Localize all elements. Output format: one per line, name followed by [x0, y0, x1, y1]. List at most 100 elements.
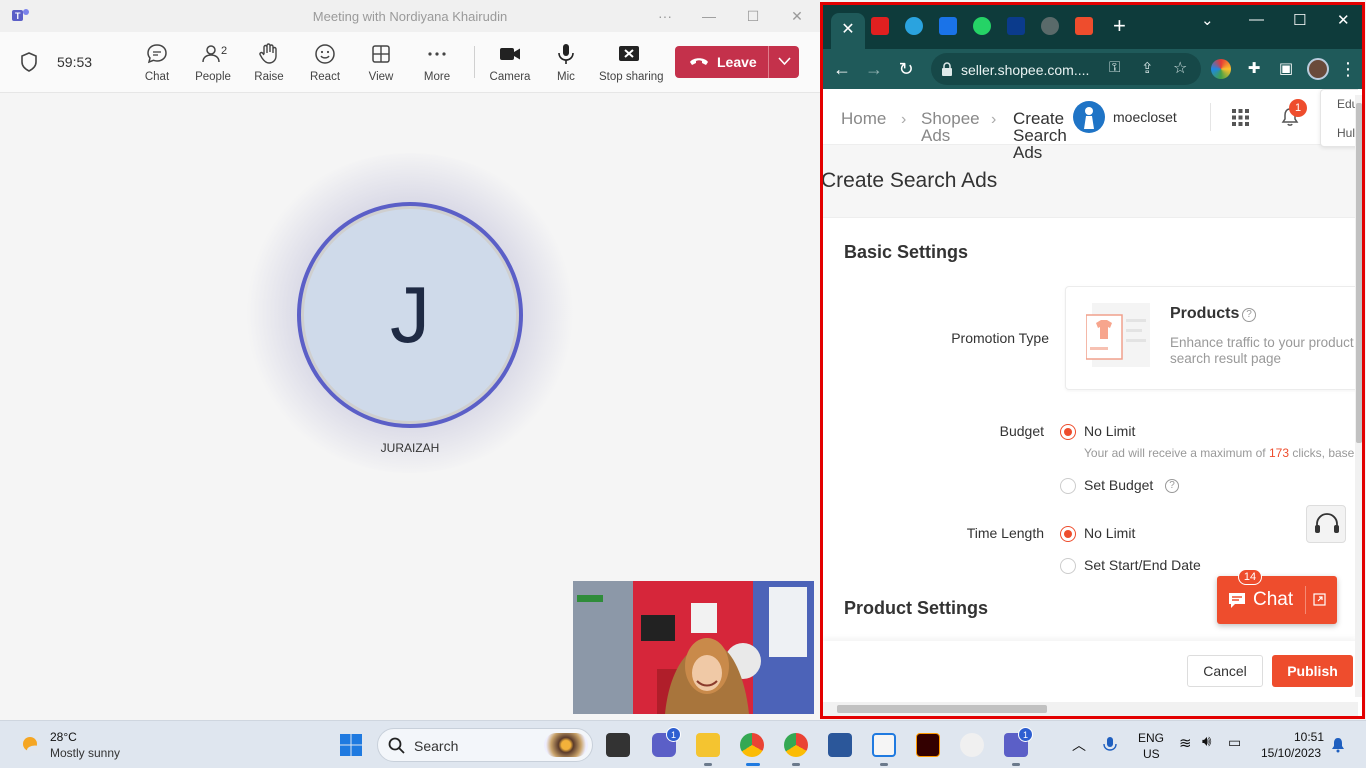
breadcrumb-home[interactable]: Home	[841, 110, 886, 127]
weather-temperature[interactable]: 28°C	[50, 730, 77, 744]
vertical-scroll-thumb[interactable]	[1356, 103, 1362, 443]
reload-icon[interactable]: ↻	[895, 58, 917, 80]
chrome-profile-taskbar-icon[interactable]	[784, 733, 808, 757]
promotion-type-option-products[interactable]: Products ? Enhance traffic to your produ…	[1065, 286, 1358, 390]
word-taskbar-icon[interactable]	[828, 733, 852, 757]
leave-button[interactable]: Leave	[675, 46, 768, 78]
help-question-icon[interactable]: ?	[1242, 308, 1256, 322]
app-toggle-icon[interactable]	[960, 733, 984, 757]
raise-hand-button[interactable]: Raise	[239, 42, 299, 88]
address-bar[interactable]: seller.shopee.com.... ⚿ ⇪ ☆	[931, 53, 1201, 85]
chat-button[interactable]: Chat	[127, 42, 187, 88]
apps-grid-icon[interactable]	[1232, 109, 1249, 126]
leave-options-dropdown[interactable]	[768, 46, 799, 78]
language-indicator-line1[interactable]: ENG	[1138, 731, 1164, 745]
breadcrumb-ads-line2[interactable]: Ads	[921, 127, 950, 144]
tab-search-chevron-icon[interactable]: ⌄	[1201, 11, 1214, 29]
chrome-taskbar-icon[interactable]	[740, 733, 764, 757]
set-budget-label[interactable]: Set Budget	[1084, 477, 1153, 493]
new-tab-button[interactable]: +	[1113, 15, 1126, 37]
stop-sharing-button[interactable]: Stop sharing	[599, 42, 664, 88]
tray-microphone-icon[interactable]	[1103, 736, 1117, 754]
smiley-icon	[315, 44, 335, 64]
illustrator-taskbar-icon[interactable]	[916, 733, 940, 757]
set-budget-radio[interactable]	[1060, 478, 1076, 494]
help-question-icon[interactable]: ?	[1165, 479, 1179, 493]
chrome-minimize-button[interactable]: —	[1249, 11, 1264, 28]
teams-maximize-button[interactable]: ☐	[742, 6, 764, 26]
chrome-menu-icon[interactable]: ⋮	[1337, 58, 1359, 80]
shopee-chat-button[interactable]: Chat	[1217, 576, 1337, 624]
cancel-button[interactable]: Cancel	[1187, 655, 1263, 687]
side-popup-item[interactable]: Hul	[1337, 126, 1355, 140]
budget-no-limit-label[interactable]: No Limit	[1084, 423, 1135, 439]
breadcrumb-ads-line1[interactable]: Shopee	[921, 110, 980, 127]
shop-logo-icon	[1074, 102, 1104, 132]
tab-telegram-icon[interactable]	[905, 17, 923, 35]
tab-globe-icon[interactable]	[1041, 17, 1059, 35]
set-start-end-date-label[interactable]: Set Start/End Date	[1084, 557, 1201, 573]
url-text: seller.shopee.com....	[961, 62, 1090, 78]
horizontal-scroll-thumb[interactable]	[837, 705, 1047, 713]
tab-whatsapp-icon[interactable]	[973, 17, 991, 35]
extension-color-icon[interactable]	[1211, 59, 1231, 79]
vertical-scrollbar[interactable]	[1355, 95, 1362, 697]
budget-note: Your ad will receive a maximum of 173 cl…	[1084, 446, 1354, 460]
chrome-maximize-button[interactable]: ☐	[1293, 11, 1306, 29]
camera-button[interactable]: Camera	[480, 42, 540, 88]
shop-name[interactable]: moecloset	[1113, 109, 1177, 125]
weather-description[interactable]: Mostly sunny	[50, 746, 120, 760]
task-view-icon[interactable]	[606, 733, 630, 757]
view-button[interactable]: View	[351, 42, 411, 88]
clock-time[interactable]: 10:51	[1294, 730, 1324, 744]
more-button[interactable]: More	[407, 42, 467, 88]
customer-support-button[interactable]	[1306, 505, 1346, 543]
active-tab-close-icon[interactable]: ✕	[831, 13, 865, 49]
tab-shopee-icon[interactable]	[1075, 17, 1093, 35]
time-no-limit-radio[interactable]	[1060, 526, 1076, 542]
tab-m-app-icon[interactable]	[1007, 17, 1025, 35]
profile-avatar-icon[interactable]	[1307, 58, 1329, 80]
teams-close-button[interactable]: ✕	[786, 6, 808, 26]
tray-overflow-chevron-icon[interactable]: ︿	[1072, 735, 1086, 755]
battery-icon[interactable]: ▭	[1228, 734, 1241, 751]
people-button[interactable]: 2 People	[183, 42, 243, 88]
bookmark-star-icon[interactable]: ☆	[1173, 58, 1187, 78]
language-indicator-line2[interactable]: US	[1143, 747, 1160, 761]
teams-more-options-icon[interactable]: ···	[654, 6, 676, 26]
horizontal-scrollbar[interactable]	[823, 702, 1358, 716]
share-icon[interactable]: ⇪	[1141, 59, 1154, 77]
publish-button[interactable]: Publish	[1272, 655, 1353, 687]
chrome-close-button[interactable]: ✕	[1337, 11, 1350, 29]
tab-red-app-icon[interactable]	[871, 17, 889, 35]
chrome-toolbar: ← → ↻ seller.shopee.com.... ⚿ ⇪ ☆ ✚ ▣ ⋮	[823, 49, 1362, 89]
volume-icon[interactable]: 🔊︎	[1202, 733, 1211, 750]
forward-arrow-icon[interactable]: →	[863, 58, 885, 80]
shield-icon[interactable]	[20, 52, 38, 72]
windows-start-icon[interactable]	[339, 733, 363, 757]
snipping-tool-icon[interactable]	[872, 733, 896, 757]
taskbar-search-box[interactable]: Search	[377, 728, 593, 762]
back-arrow-icon[interactable]: ←	[831, 58, 853, 80]
side-popup-menu[interactable]: Edu Hul	[1320, 89, 1358, 147]
extensions-puzzle-icon[interactable]: ✚	[1243, 58, 1265, 80]
wifi-icon[interactable]: ≋	[1179, 734, 1192, 752]
clock-date[interactable]: 15/10/2023	[1261, 746, 1321, 760]
stop-sharing-icon	[619, 46, 639, 61]
side-panel-icon[interactable]: ▣	[1275, 58, 1297, 80]
tab-mail-icon[interactable]	[939, 17, 957, 35]
react-button[interactable]: React	[295, 42, 355, 88]
budget-no-limit-radio[interactable]	[1060, 424, 1076, 440]
time-no-limit-label[interactable]: No Limit	[1084, 525, 1135, 541]
shop-avatar[interactable]	[1073, 101, 1105, 133]
sun-cloud-icon[interactable]	[20, 733, 44, 757]
mic-button[interactable]: Mic	[536, 42, 596, 88]
product-settings-title: Product Settings	[844, 598, 989, 618]
teams-minimize-button[interactable]: —	[698, 6, 720, 26]
participant-avatar[interactable]: J	[297, 202, 523, 428]
self-video-preview[interactable]	[573, 581, 814, 714]
notification-bell-icon[interactable]	[1330, 737, 1346, 753]
file-explorer-icon[interactable]	[696, 733, 720, 757]
key-icon[interactable]: ⚿	[1109, 59, 1120, 76]
set-start-end-date-radio[interactable]	[1060, 558, 1076, 574]
